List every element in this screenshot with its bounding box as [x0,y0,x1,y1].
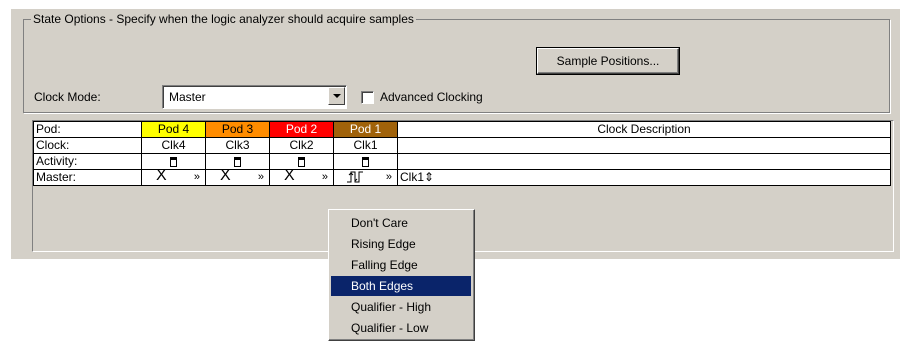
clock-row: Clock: Clk4 Clk3 Clk2 Clk1 [33,137,891,154]
group-legend: State Options - Specify when the logic a… [31,12,416,26]
dropdown-icon[interactable]: » [258,171,264,185]
activity-cell [269,153,334,170]
dropdown-icon[interactable]: » [386,171,392,185]
master-edge-menu: Don't Care Rising Edge Falling Edge Both… [328,209,475,341]
activity-indicator-icon [362,156,369,167]
clock-description-cell [397,153,891,170]
dropdown-icon[interactable]: » [322,171,328,185]
both-edges-icon [346,171,364,185]
menu-item-qualifier-high[interactable]: Qualifier - High [331,297,471,317]
dropdown-icon[interactable]: » [194,171,200,185]
master-cell[interactable]: X» [205,169,270,186]
clock-cell[interactable]: Clk2 [269,137,334,154]
pod-row: Pod: Pod 4 Pod 3 Pod 2 Pod 1 Clock Descr… [33,121,891,138]
pod-header[interactable]: Pod 3 [205,121,270,138]
state-options-group: State Options - Specify when the logic a… [23,12,890,113]
clock-cell[interactable]: Clk3 [205,137,270,154]
clock-description-header: Clock Description [397,121,891,138]
activity-cell [205,153,270,170]
dont-care-icon: X [156,169,167,184]
row-header: Master: [33,169,142,186]
master-cell[interactable]: X» [269,169,334,186]
clock-cell[interactable]: Clk4 [141,137,206,154]
row-header: Activity: [33,153,142,170]
menu-item-falling-edge[interactable]: Falling Edge [331,255,471,275]
master-cell[interactable]: » [333,169,398,186]
menu-item-dont-care[interactable]: Don't Care [331,213,471,233]
clock-mode-value: Master [169,90,206,104]
activity-indicator-icon [170,156,177,167]
dont-care-icon: X [284,169,295,184]
master-cell[interactable]: X» [141,169,206,186]
clock-description-cell[interactable]: Clk1⇕ [397,169,891,186]
clock-cell[interactable]: Clk1 [333,137,398,154]
sample-positions-button[interactable]: Sample Positions... [536,47,680,75]
row-header: Pod: [33,121,142,138]
activity-cell [333,153,398,170]
dont-care-icon: X [220,169,231,184]
menu-item-qualifier-low[interactable]: Qualifier - Low [331,318,471,338]
clock-table: Pod: Pod 4 Pod 3 Pod 2 Pod 1 Clock Descr… [33,121,891,186]
activity-indicator-icon [234,156,241,167]
clock-mode-label: Clock Mode: [34,90,101,104]
activity-cell [141,153,206,170]
menu-item-rising-edge[interactable]: Rising Edge [331,234,471,254]
advanced-clocking-label[interactable]: Advanced Clocking [380,90,483,104]
clock-description-cell [397,137,891,154]
activity-row: Activity: [33,153,891,170]
chevron-down-icon[interactable] [328,87,345,105]
pod-header[interactable]: Pod 4 [141,121,206,138]
row-header: Clock: [33,137,142,154]
pod-header[interactable]: Pod 1 [333,121,398,138]
clock-mode-select[interactable]: Master [162,85,347,109]
pod-header[interactable]: Pod 2 [269,121,334,138]
master-row: Master: X» X» X» » Clk1⇕ [33,169,891,186]
advanced-clocking-checkbox[interactable] [361,91,374,104]
menu-item-both-edges[interactable]: Both Edges [331,276,471,296]
activity-indicator-icon [298,156,305,167]
